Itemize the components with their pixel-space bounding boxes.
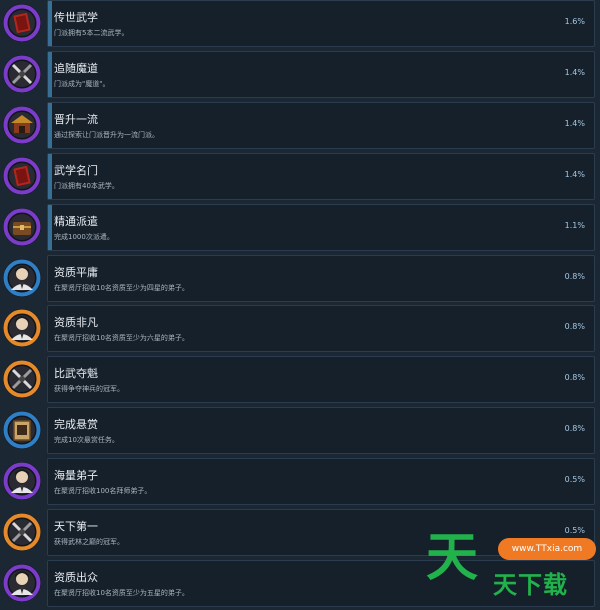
crossed-swords-icon-graphic — [3, 55, 41, 93]
achievement-row[interactable]: 传世武学门派拥有5本二流武学。 1.6% — [0, 0, 600, 50]
achievement-description: 完成1000次派遣。 — [54, 233, 114, 241]
achievement-description: 获得武林之巅的冠军。 — [54, 538, 124, 546]
achievement-title: 天下第一 — [54, 520, 98, 533]
achievement-title: 晋升一流 — [54, 113, 98, 126]
watermark-url-badge: www.TTxia.com — [498, 538, 596, 560]
achievement-card: 海量弟子在聚贤厅招收100名拜师弟子。 0.5% — [47, 458, 595, 505]
achievement-title: 完成悬赏 — [54, 418, 98, 431]
achievement-card: 资质平庸在聚贤厅招收10名资质至少为四星的弟子。 0.8% — [47, 255, 595, 302]
achievement-description: 通过探索让门派晋升为一流门派。 — [54, 131, 159, 139]
achievement-title: 海量弟子 — [54, 469, 98, 482]
disciple-portrait-icon — [2, 563, 42, 603]
crossed-swords-icon-graphic — [3, 513, 41, 551]
achievement-description: 门派拥有40本武学。 — [54, 182, 119, 190]
crossed-swords-icon-graphic — [3, 360, 41, 398]
achievement-row[interactable]: 完成悬赏完成10次悬赏任务。 0.8% — [0, 407, 600, 457]
achievement-card: 资质非凡在聚贤厅招收10名资质至少为六星的弟子。 0.8% — [47, 305, 595, 352]
achievement-row[interactable]: 追随魔道门派成为"魔道"。 1.4% — [0, 51, 600, 101]
unlock-percentage: 0.8% — [564, 373, 585, 382]
achievement-description: 在聚贤厅招收100名拜师弟子。 — [54, 487, 152, 495]
achievement-description: 门派成为"魔道"。 — [54, 80, 110, 88]
red-book-icon — [2, 3, 42, 43]
achievement-title: 比武夺魁 — [54, 367, 98, 380]
achievement-title: 追随魔道 — [54, 62, 98, 75]
achievement-description: 在聚贤厅招收10名资质至少为五星的弟子。 — [54, 589, 189, 597]
achievement-title: 武学名门 — [54, 164, 98, 177]
achievement-row[interactable]: 海量弟子在聚贤厅招收100名拜师弟子。 0.5% — [0, 458, 600, 508]
bounty-scroll-icon — [2, 410, 42, 450]
pavilion-icon — [2, 105, 42, 145]
disciple-portrait-icon-graphic — [3, 462, 41, 500]
unlock-percentage: 1.4% — [564, 68, 585, 77]
disciple-portrait-icon-graphic — [3, 259, 41, 297]
achievement-row[interactable]: 精通派遣完成1000次派遣。 1.1% — [0, 204, 600, 254]
unlock-percentage: 1.4% — [564, 119, 585, 128]
achievement-card: 武学名门门派拥有40本武学。 1.4% — [47, 153, 595, 200]
achievement-description: 获得争夺神兵的冠军。 — [54, 385, 124, 393]
disciple-portrait-icon-graphic — [3, 309, 41, 347]
unlock-percentage: 0.5% — [564, 475, 585, 484]
achievement-list: 传世武学 门派拥有5本二流武学。 1.6% 追随魔道 门派成为"魔道"。 1.4% 晋升一流… — [0, 0, 600, 607]
watermark-logo-glyph: 天 — [426, 528, 479, 588]
unlock-percentage: 0.8% — [564, 322, 585, 331]
achievement-card: 完成悬赏完成10次悬赏任务。 0.8% — [47, 407, 595, 454]
unlock-percentage: 1.4% — [564, 170, 585, 179]
achievement-row[interactable]: 比武夺魁获得争夺神兵的冠军。 0.8% — [0, 356, 600, 406]
achievement-row[interactable]: 资质平庸在聚贤厅招收10名资质至少为四星的弟子。 0.8% — [0, 255, 600, 305]
achievement-row[interactable]: 资质非凡在聚贤厅招收10名资质至少为六星的弟子。 0.8% — [0, 305, 600, 355]
unlock-percentage: 0.8% — [564, 272, 585, 281]
achievement-title: 资质非凡 — [54, 316, 98, 329]
achievement-description: 完成10次悬赏任务。 — [54, 436, 119, 444]
achievement-card: 精通派遣完成1000次派遣。 1.1% — [47, 204, 595, 251]
achievement-card: 追随魔道门派成为"魔道"。 1.4% — [47, 51, 595, 98]
crossed-swords-icon — [2, 512, 42, 552]
achievement-title: 精通派遣 — [54, 215, 98, 228]
disciple-portrait-icon — [2, 461, 42, 501]
achievement-row[interactable]: 武学名门门派拥有40本武学。 1.4% — [0, 153, 600, 203]
crossed-swords-icon — [2, 54, 42, 94]
bounty-scroll-icon-graphic — [3, 411, 41, 449]
achievement-description: 在聚贤厅招收10名资质至少为六星的弟子。 — [54, 334, 189, 342]
treasure-chest-icon-graphic — [3, 208, 41, 246]
progress-accent-bar — [48, 205, 52, 250]
achievement-card: 比武夺魁获得争夺神兵的冠军。 0.8% — [47, 356, 595, 403]
achievement-card: 传世武学门派拥有5本二流武学。 1.6% — [47, 0, 595, 47]
site-watermark: 天 www.TTxia.com 天下载 — [417, 528, 600, 604]
red-book-icon-graphic — [3, 4, 41, 42]
red-book-icon — [2, 156, 42, 196]
disciple-portrait-icon — [2, 258, 42, 298]
achievement-description: 门派拥有5本二流武学。 — [54, 29, 129, 37]
crossed-swords-icon — [2, 359, 42, 399]
achievement-title: 资质出众 — [54, 571, 98, 584]
progress-accent-bar — [48, 52, 52, 97]
watermark-logo-text: 天下载 — [493, 571, 568, 599]
pavilion-icon-graphic — [3, 106, 41, 144]
unlock-percentage: 1.1% — [564, 221, 585, 230]
red-book-icon-graphic — [3, 157, 41, 195]
disciple-portrait-icon-graphic — [3, 564, 41, 602]
progress-accent-bar — [48, 1, 52, 46]
achievement-description: 在聚贤厅招收10名资质至少为四星的弟子。 — [54, 284, 189, 292]
achievement-title: 传世武学 — [54, 11, 98, 24]
achievement-title: 资质平庸 — [54, 266, 98, 279]
disciple-portrait-icon — [2, 308, 42, 348]
achievement-row[interactable]: 晋升一流通过探索让门派晋升为一流门派。 1.4% — [0, 102, 600, 152]
treasure-chest-icon — [2, 207, 42, 247]
progress-accent-bar — [48, 103, 52, 148]
achievement-card: 晋升一流通过探索让门派晋升为一流门派。 1.4% — [47, 102, 595, 149]
unlock-percentage: 1.6% — [564, 17, 585, 26]
progress-accent-bar — [48, 154, 52, 199]
unlock-percentage: 0.8% — [564, 424, 585, 433]
